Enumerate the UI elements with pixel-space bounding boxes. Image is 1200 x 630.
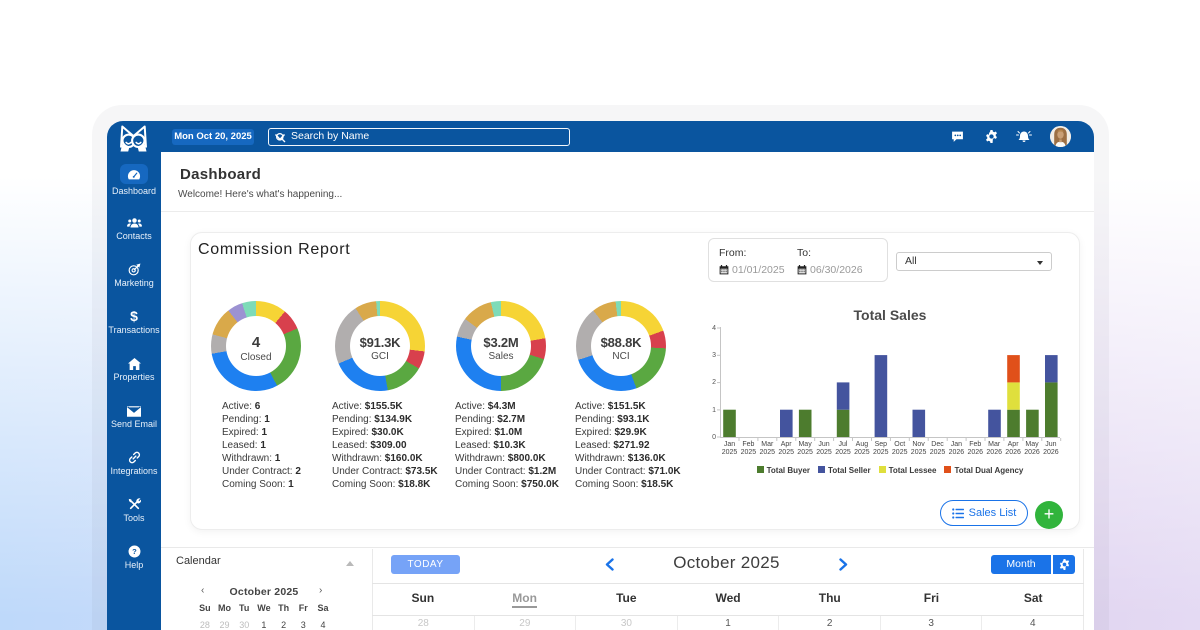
svg-text:Jun: Jun [818, 441, 829, 448]
svg-text:Mar: Mar [761, 441, 774, 448]
svg-text:2025: 2025 [797, 449, 813, 456]
svg-text:2026: 2026 [968, 449, 984, 456]
svg-text:3: 3 [712, 352, 716, 359]
svg-text:Jan: Jan [951, 441, 962, 448]
svg-text:Aug: Aug [856, 441, 869, 448]
svg-text:Oct: Oct [894, 441, 905, 448]
svg-text:2025: 2025 [911, 449, 927, 456]
svg-text:2025: 2025 [760, 449, 776, 456]
svg-text:Apr: Apr [1008, 441, 1020, 448]
svg-text:2025: 2025 [854, 449, 870, 456]
svg-text:2025: 2025 [778, 449, 794, 456]
svg-text:2: 2 [712, 379, 716, 386]
svg-text:Dec: Dec [931, 441, 944, 448]
svg-text:Jun: Jun [1045, 441, 1056, 448]
svg-text:Jul: Jul [839, 441, 848, 448]
svg-text:2026: 2026 [949, 449, 965, 456]
svg-text:2025: 2025 [930, 449, 946, 456]
svg-text:4: 4 [712, 325, 716, 332]
svg-text:2026: 2026 [1043, 449, 1059, 456]
svg-text:2026: 2026 [1005, 449, 1021, 456]
svg-text:Sep: Sep [875, 441, 888, 448]
svg-text:2026: 2026 [1024, 449, 1040, 456]
svg-text:2025: 2025 [873, 449, 889, 456]
svg-text:May: May [1025, 441, 1039, 448]
svg-text:1: 1 [712, 407, 716, 414]
svg-text:?: ? [132, 547, 137, 556]
svg-text:Nov: Nov [912, 441, 925, 448]
svg-text:0: 0 [712, 434, 716, 441]
svg-text:2025: 2025 [816, 449, 832, 456]
svg-text:Apr: Apr [781, 441, 793, 448]
svg-text:Mar: Mar [988, 441, 1001, 448]
svg-text:Jan: Jan [724, 441, 735, 448]
svg-text:Feb: Feb [742, 441, 754, 448]
svg-text:2026: 2026 [986, 449, 1002, 456]
svg-text:2025: 2025 [835, 449, 851, 456]
svg-text:2025: 2025 [722, 449, 738, 456]
svg-text:Feb: Feb [969, 441, 981, 448]
svg-text:2025: 2025 [892, 449, 908, 456]
svg-text:2025: 2025 [741, 449, 757, 456]
svg-text:May: May [798, 441, 812, 448]
